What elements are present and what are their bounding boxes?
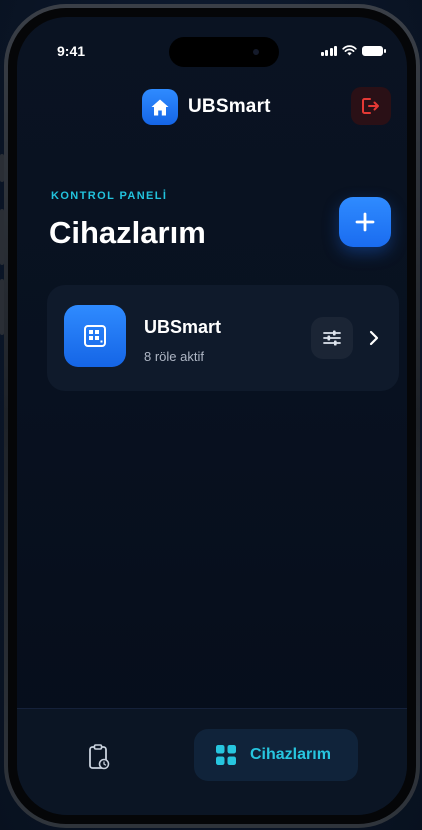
brand: UBSmart bbox=[142, 89, 271, 125]
dynamic-island bbox=[169, 37, 279, 67]
tab-devices[interactable]: Cihazlarım bbox=[194, 729, 358, 781]
tab-devices-label: Cihazlarım bbox=[250, 746, 331, 763]
sliders-icon bbox=[323, 330, 341, 346]
page-title: Cihazlarım bbox=[49, 215, 206, 250]
app-name: UBSmart bbox=[188, 96, 271, 117]
logout-button[interactable] bbox=[351, 87, 391, 125]
side-button bbox=[0, 154, 4, 182]
device-settings-button[interactable] bbox=[311, 317, 353, 359]
signal-icon bbox=[320, 45, 337, 56]
logout-icon bbox=[362, 98, 379, 114]
grid-icon bbox=[216, 745, 236, 765]
status-icons bbox=[320, 45, 386, 56]
home-icon bbox=[142, 89, 178, 125]
clipboard-icon bbox=[89, 744, 110, 770]
section-eyebrow: KONTROL PANELİ bbox=[51, 190, 168, 202]
phone-frame: 9:41 UBSmart KONTROL PANELİ Cihazlarım U… bbox=[0, 4, 420, 828]
device-status: 8 röle aktif bbox=[144, 349, 204, 364]
plus-icon bbox=[355, 212, 375, 232]
add-device-button[interactable] bbox=[339, 197, 391, 247]
tab-logs[interactable] bbox=[81, 739, 117, 775]
app-header: UBSmart bbox=[17, 87, 407, 127]
status-bar: 9:41 bbox=[17, 17, 407, 67]
volume-down-button bbox=[0, 279, 4, 335]
tab-bar: Cihazlarım bbox=[17, 708, 407, 815]
battery-icon bbox=[362, 45, 386, 56]
app-screen: 9:41 UBSmart KONTROL PANELİ Cihazlarım U… bbox=[17, 17, 407, 815]
volume-up-button bbox=[0, 209, 4, 265]
device-name: UBSmart bbox=[144, 317, 222, 337]
device-card[interactable]: UBSmart 8 röle aktif bbox=[47, 285, 399, 391]
chevron-right-icon[interactable] bbox=[367, 327, 381, 349]
wifi-icon bbox=[342, 45, 357, 56]
device-chip-icon bbox=[64, 305, 126, 367]
status-time: 9:41 bbox=[57, 43, 86, 59]
